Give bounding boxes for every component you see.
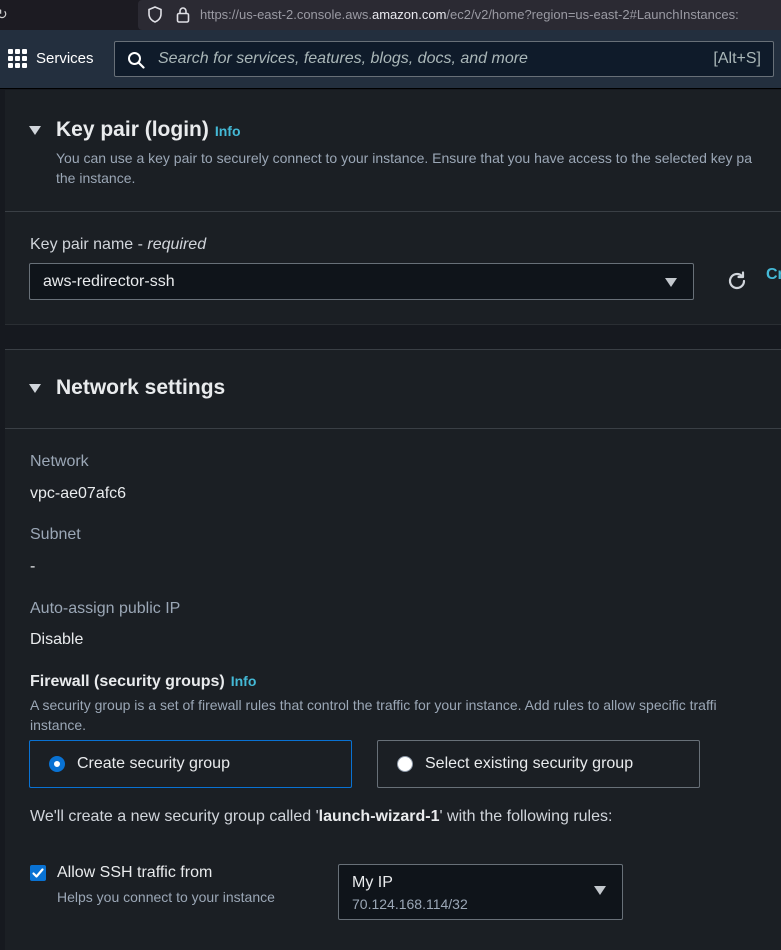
create-key-pair-link[interactable]: Cr (766, 266, 781, 284)
allow-ssh-label[interactable]: Allow SSH traffic from (57, 864, 212, 882)
subnet-value: - (30, 558, 36, 575)
network-settings-panel: Network settings Network vpc-ae07afc6 Su… (5, 349, 781, 950)
dropdown-arrow-icon (594, 886, 606, 895)
firewall-heading: Firewall (security groups) Info (30, 673, 257, 690)
url-text: https://us-east-2.console.aws.amazon.com… (200, 7, 739, 22)
section-divider (5, 428, 781, 429)
browser-toolbar: ↻ https://us-east-2.console.aws.amazon.c… (0, 0, 781, 31)
section-divider (5, 211, 781, 212)
checkmark-icon (32, 868, 44, 878)
key-pair-heading: Key pair (login) Info (56, 118, 241, 141)
search-shortcut-hint: [Alt+S] (713, 50, 761, 67)
key-pair-selected-value: aws-redirector-ssh (43, 273, 175, 290)
collapse-caret-icon[interactable] (29, 126, 41, 135)
security-group-note: We'll create a new security group called… (30, 808, 613, 825)
select-existing-security-group-option[interactable]: Select existing security group (377, 740, 700, 788)
aws-top-navigation: Services Search for services, features, … (0, 30, 781, 89)
dropdown-arrow-icon (665, 278, 677, 287)
public-ip-label: Auto-assign public IP (30, 600, 181, 617)
subnet-label: Subnet (30, 526, 81, 543)
tracking-protection-shield-icon[interactable] (147, 6, 163, 28)
network-label: Network (30, 453, 89, 470)
collapse-caret-icon[interactable] (29, 384, 41, 393)
firewall-info-link[interactable]: Info (231, 673, 257, 689)
refresh-icon[interactable] (726, 270, 748, 297)
network-value: vpc-ae07afc6 (30, 485, 127, 502)
allow-ssh-help: Helps you connect to your instance (57, 889, 275, 905)
create-security-group-label: Create security group (77, 755, 230, 772)
key-pair-description: You can use a key pair to securely conne… (56, 150, 753, 186)
key-pair-info-link[interactable]: Info (215, 123, 241, 139)
reload-icon[interactable]: ↻ (0, 6, 8, 23)
firewall-description: A security group is a set of firewall ru… (30, 697, 717, 733)
ssh-source-select[interactable]: My IP 70.124.168.114/32 (338, 864, 623, 920)
services-grid-icon (8, 49, 27, 68)
unified-search-input[interactable]: Search for services, features, blogs, do… (114, 41, 774, 77)
network-settings-heading: Network settings (56, 376, 226, 399)
key-pair-select[interactable]: aws-redirector-ssh (29, 263, 694, 300)
ssh-source-detail: 70.124.168.114/32 (352, 896, 468, 912)
allow-ssh-checkbox[interactable] (30, 865, 46, 881)
search-placeholder: Search for services, features, blogs, do… (158, 50, 528, 67)
key-pair-name-label: Key pair name - required (30, 236, 207, 253)
lock-icon[interactable] (176, 6, 190, 28)
address-bar[interactable]: https://us-east-2.console.aws.amazon.com… (138, 0, 781, 30)
public-ip-value: Disable (30, 631, 84, 648)
create-security-group-option[interactable]: Create security group (29, 740, 352, 788)
radio-unselected[interactable] (397, 756, 413, 772)
key-pair-panel: Key pair (login) Info You can use a key p… (5, 90, 781, 325)
services-label: Services (36, 50, 94, 67)
services-menu-button[interactable]: Services (8, 49, 94, 68)
select-existing-security-group-label: Select existing security group (425, 755, 634, 772)
radio-selected[interactable] (49, 756, 65, 772)
search-icon (127, 51, 145, 74)
ssh-source-value: My IP (352, 874, 393, 891)
